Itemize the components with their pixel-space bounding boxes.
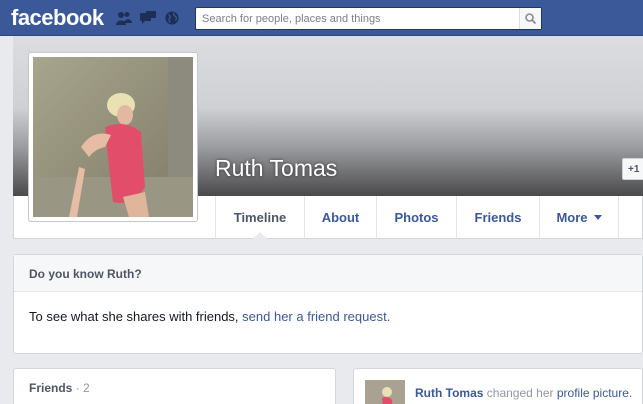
timeline-story: Ruth Tomas changed her profile picture. (353, 368, 643, 404)
friend-request-card-body: To see what she shares with friends, sen… (14, 292, 642, 324)
profile-name[interactable]: Ruth Tomas (215, 155, 337, 182)
friend-request-text: To see what she shares with friends, (29, 309, 243, 324)
notifications-globe-icon[interactable] (164, 11, 180, 25)
send-friend-request-link[interactable]: send her a friend request. (242, 309, 390, 324)
friends-card: Friends · 2 (13, 368, 336, 404)
friends-card-title[interactable]: Friends (29, 381, 72, 395)
friend-requests-icon[interactable] (116, 11, 132, 25)
search-button[interactable] (519, 8, 541, 29)
story-headline: Ruth Tomas changed her profile picture. (415, 386, 632, 400)
story-actor-link[interactable]: Ruth Tomas (415, 386, 483, 400)
tab-photos-label: Photos (394, 209, 439, 225)
search-icon (525, 13, 536, 24)
top-nav-bar: facebook (0, 0, 643, 36)
tab-photos[interactable]: Photos (376, 196, 456, 238)
friends-card-header: Friends · 2 (14, 369, 335, 395)
friend-request-card-title: Do you know Ruth? (14, 255, 642, 292)
tab-timeline[interactable]: Timeline (215, 196, 304, 239)
facebook-logo[interactable]: facebook (11, 5, 104, 31)
chevron-down-icon (593, 214, 602, 220)
story-action-text: changed her (483, 386, 557, 400)
tab-friends-label: Friends (474, 209, 522, 225)
active-tab-indicator (253, 232, 267, 239)
profile-photo-image (33, 57, 193, 217)
tab-about-label: About (321, 209, 360, 225)
messages-icon[interactable] (140, 11, 156, 25)
profile-picture[interactable] (28, 52, 198, 222)
tab-more[interactable]: More (539, 196, 619, 238)
tab-about[interactable]: About (304, 196, 376, 238)
search-box (195, 7, 542, 30)
friend-request-card: Do you know Ruth? To see what she shares… (13, 254, 643, 354)
story-object-link[interactable]: profile picture. (557, 386, 632, 400)
friends-count: · 2 (75, 381, 90, 395)
tab-more-label: More (556, 209, 588, 225)
tab-timeline-label: Timeline (233, 209, 287, 225)
tab-friends[interactable]: Friends (456, 196, 539, 238)
add-friend-button[interactable]: +1 (622, 158, 643, 180)
search-input[interactable] (196, 8, 516, 29)
story-avatar[interactable] (365, 380, 405, 404)
